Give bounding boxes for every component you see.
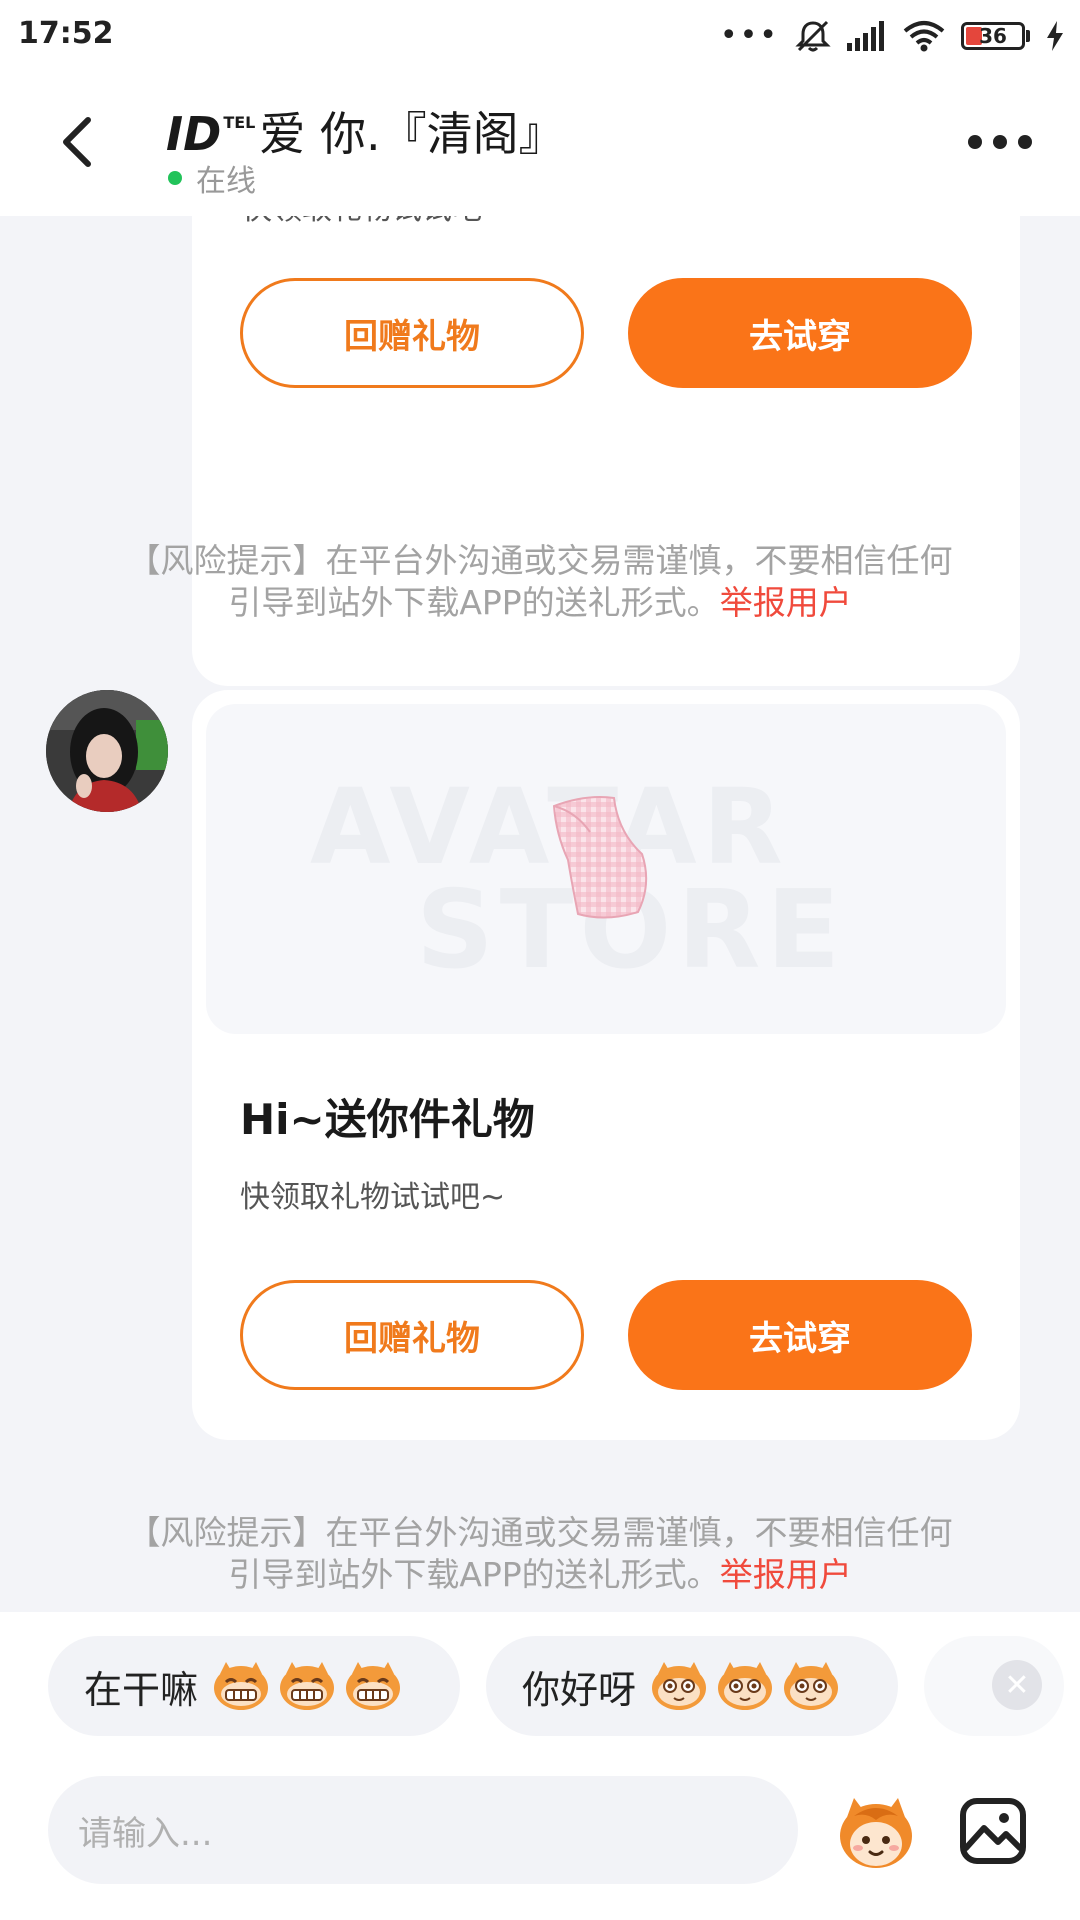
risk-notice-line2: 引导到站外下载APP的送礼形式。举报用户 bbox=[0, 1554, 1080, 1596]
risk-notice-line1: 【风险提示】在平台外沟通或交易需谨慎，不要相信任何 bbox=[127, 1513, 953, 1552]
more-dot bbox=[968, 135, 982, 149]
image-icon bbox=[960, 1798, 1026, 1864]
online-status: 在线 bbox=[168, 156, 256, 200]
title-id: ID bbox=[166, 107, 222, 161]
risk-notice-line2: 引导到站外下载APP的送礼形式。举报用户 bbox=[0, 582, 1080, 624]
smiling-monkey-icon bbox=[718, 1662, 773, 1710]
sticker-button[interactable] bbox=[834, 1790, 918, 1874]
monkey-sticker-icon bbox=[840, 1798, 912, 1868]
status-bar: 17:52 ••• 36 bbox=[0, 0, 1080, 72]
return-gift-button[interactable]: 回赠礼物 bbox=[240, 1280, 584, 1390]
more-dot bbox=[1018, 135, 1032, 149]
smiling-monkey-icon bbox=[784, 1662, 839, 1710]
quick-reply-text: 你好呀 bbox=[522, 1667, 637, 1712]
grinning-monkey-icon bbox=[346, 1662, 401, 1710]
chat-header: ID TEL 爱 你.『清阁』 在线 bbox=[0, 72, 1080, 216]
charging-icon bbox=[1047, 21, 1063, 51]
chat-area[interactable]: 快领取礼物试试吧~ 回赠礼物 去试穿 【风险提示】在平台外沟通或交易需谨慎，不要… bbox=[0, 216, 1080, 1612]
gift-preview-image[interactable]: AVATAR STORE bbox=[206, 704, 1006, 1034]
gift-card-title: Hi~送你件礼物 bbox=[240, 1095, 535, 1144]
risk-notice-line1: 【风险提示】在平台外沟通或交易需谨慎，不要相信任何 bbox=[127, 541, 953, 580]
signal-icon bbox=[847, 21, 884, 51]
more-dot bbox=[993, 135, 1007, 149]
back-button[interactable] bbox=[48, 110, 112, 174]
report-user-link[interactable]: 举报用户 bbox=[720, 1555, 852, 1594]
return-gift-button[interactable]: 回赠礼物 bbox=[240, 278, 584, 388]
quick-reply-text: 在干嘛 bbox=[84, 1667, 199, 1712]
online-status-text: 在线 bbox=[196, 164, 256, 199]
close-quick-replies-button[interactable]: ✕ bbox=[992, 1660, 1042, 1710]
grinning-monkey-icon bbox=[214, 1662, 269, 1710]
message-input-placeholder: 请输入... bbox=[78, 1813, 213, 1854]
quick-reply-chip[interactable]: 在干嘛 bbox=[48, 1636, 460, 1736]
wifi-icon bbox=[903, 21, 945, 52]
message-input[interactable]: 请输入... bbox=[48, 1776, 798, 1884]
page-title: ID TEL 爱 你.『清阁』 bbox=[166, 98, 565, 164]
image-button[interactable] bbox=[958, 1796, 1028, 1866]
avatar-image bbox=[46, 690, 168, 812]
risk-notice: 【风险提示】在平台外沟通或交易需谨慎，不要相信任何 引导到站外下载APP的送礼形… bbox=[0, 1512, 1080, 1596]
bottom-panel: 在干嘛 你好呀 ✕ 请输入... bbox=[0, 1612, 1080, 1920]
mute-icon bbox=[795, 20, 831, 52]
risk-notice: 【风险提示】在平台外沟通或交易需谨慎，不要相信任何 引导到站外下载APP的送礼形… bbox=[0, 540, 1080, 624]
gift-card-subtitle: 快领取礼物试试吧~ bbox=[240, 1180, 506, 1215]
status-time: 17:52 bbox=[18, 16, 114, 51]
risk-notice-line2-text: 引导到站外下载APP的送礼形式。 bbox=[228, 583, 720, 622]
gift-garment-icon bbox=[552, 796, 648, 919]
sender-avatar[interactable] bbox=[46, 690, 168, 812]
try-on-button[interactable]: 去试穿 bbox=[628, 278, 972, 388]
report-user-link[interactable]: 举报用户 bbox=[720, 583, 852, 622]
quick-reply-chip[interactable]: 你好呀 bbox=[486, 1636, 898, 1736]
status-icons: ••• 36 bbox=[720, 20, 1064, 52]
battery-icon: 36 bbox=[961, 22, 1030, 50]
more-options-button[interactable] bbox=[968, 122, 1032, 162]
try-on-button[interactable]: 去试穿 bbox=[628, 1280, 972, 1390]
battery-level: 36 bbox=[979, 24, 1007, 48]
more-dots-icon: ••• bbox=[719, 18, 779, 53]
title-tel: TEL bbox=[223, 113, 256, 132]
risk-notice-line2-text: 引导到站外下载APP的送礼形式。 bbox=[228, 1555, 720, 1594]
online-dot-icon bbox=[168, 171, 182, 185]
gift-message-card: AVATAR STORE Hi~送你件礼物 快领取礼物试试吧~ 回赠礼物 去试穿 bbox=[192, 690, 1020, 1440]
title-name: 爱 你.『清阁』 bbox=[259, 107, 565, 161]
close-icon: ✕ bbox=[1004, 1667, 1030, 1703]
gift-card-subtitle: 快领取礼物试试吧~ bbox=[242, 216, 507, 228]
smiling-monkey-icon bbox=[652, 1662, 707, 1710]
chevron-left-icon bbox=[63, 117, 91, 167]
grinning-monkey-icon bbox=[280, 1662, 335, 1710]
